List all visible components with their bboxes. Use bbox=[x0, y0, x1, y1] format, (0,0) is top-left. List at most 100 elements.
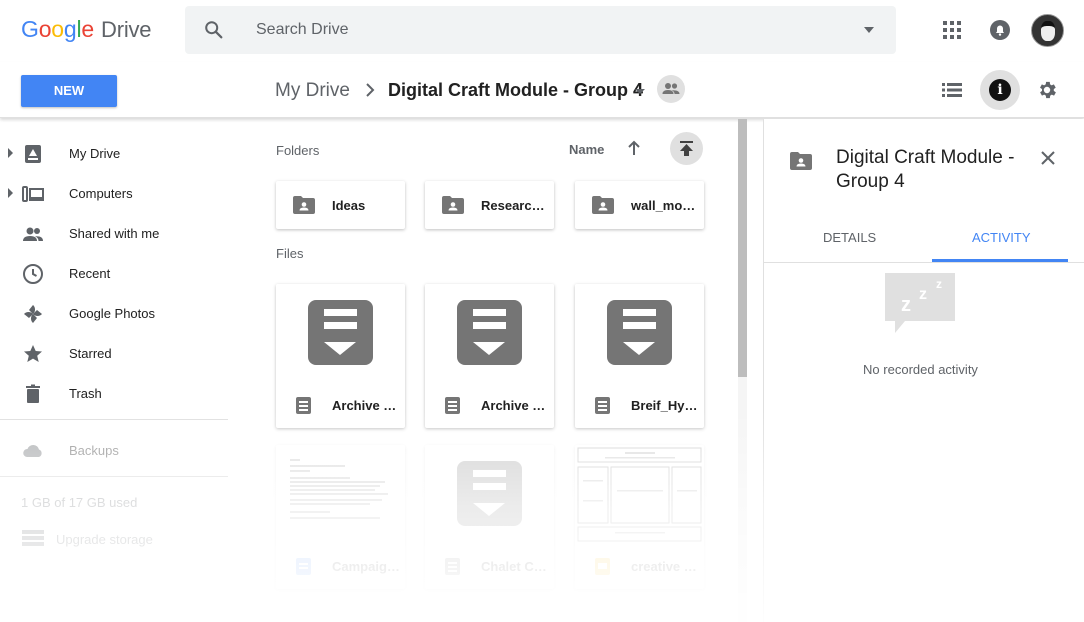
drive-icon bbox=[25, 145, 41, 163]
sidebar-item-label: Starred bbox=[69, 346, 112, 361]
sort-by-name-button[interactable]: Name bbox=[569, 142, 604, 157]
folder-card[interactable]: Researc… bbox=[425, 181, 554, 229]
account-avatar[interactable] bbox=[1031, 14, 1064, 47]
scrollbar-thumb[interactable] bbox=[738, 119, 747, 377]
search-input[interactable]: Search Drive bbox=[256, 21, 348, 39]
upgrade-storage-label: Upgrade storage bbox=[56, 532, 153, 547]
sidebar-item-computers[interactable]: Computers bbox=[0, 173, 232, 213]
new-button[interactable]: NEW bbox=[21, 75, 117, 107]
storage-icon bbox=[22, 530, 44, 546]
archive-type-icon bbox=[595, 397, 610, 414]
sidebar: My Drive Computers Shared with me Recent… bbox=[0, 133, 232, 557]
file-card[interactable]: Chalet C… bbox=[425, 445, 554, 589]
folders-heading: Folders bbox=[276, 143, 320, 158]
toolbar: NEW My Drive Digital Craft Module - Grou… bbox=[0, 62, 1084, 118]
shared-folder-icon bbox=[442, 196, 464, 214]
notifications-icon[interactable] bbox=[989, 19, 1011, 41]
expand-arrow-icon[interactable] bbox=[8, 148, 13, 158]
folder-card[interactable]: Ideas bbox=[276, 181, 405, 229]
view-details-button[interactable]: i bbox=[980, 70, 1020, 110]
slide-preview bbox=[577, 447, 702, 542]
logo-letter: g bbox=[63, 16, 77, 42]
sidebar-item-shared-with-me[interactable]: Shared with me bbox=[0, 213, 232, 253]
file-card[interactable]: Campaig… bbox=[276, 445, 405, 589]
svg-text:z: z bbox=[919, 286, 927, 303]
apps-grid-icon[interactable] bbox=[942, 20, 962, 40]
breadcrumb-my-drive[interactable]: My Drive bbox=[275, 80, 350, 102]
sidebar-item-label: Computers bbox=[69, 186, 133, 201]
file-name: Breif_Hy… bbox=[631, 398, 698, 413]
logo-letter: G bbox=[21, 16, 39, 42]
archive-file-icon bbox=[308, 300, 373, 365]
logo-letter: o bbox=[38, 16, 52, 42]
file-name: Campaig… bbox=[332, 559, 400, 574]
sidebar-item-label: My Drive bbox=[69, 146, 121, 161]
sidebar-item-my-drive[interactable]: My Drive bbox=[0, 133, 232, 173]
shared-folder-icon[interactable] bbox=[657, 75, 685, 103]
folder-card[interactable]: wall_mo… bbox=[575, 181, 704, 229]
document-thumbnail bbox=[276, 445, 405, 545]
folder-name: Ideas bbox=[332, 198, 366, 213]
chevron-right-icon bbox=[366, 83, 375, 97]
sidebar-item-trash[interactable]: Trash bbox=[0, 373, 232, 413]
tab-activity[interactable]: ACTIVITY bbox=[972, 230, 1031, 245]
file-name: creative … bbox=[631, 559, 697, 574]
svg-text:z: z bbox=[936, 277, 942, 291]
document-preview bbox=[290, 459, 388, 519]
file-name: Archive … bbox=[481, 398, 546, 413]
storage-usage-text: 1 GB of 17 GB used bbox=[21, 495, 138, 510]
archive-type-icon bbox=[296, 397, 311, 414]
tab-divider bbox=[764, 262, 1084, 263]
file-name: Chalet C… bbox=[481, 559, 547, 574]
file-card[interactable]: Archive … bbox=[276, 284, 405, 428]
clock-icon bbox=[23, 264, 43, 284]
photos-icon bbox=[24, 305, 42, 323]
archive-type-icon bbox=[445, 558, 460, 575]
star-icon bbox=[24, 345, 42, 362]
sidebar-item-backups[interactable]: Backups bbox=[0, 430, 232, 470]
sidebar-item-google-photos[interactable]: Google Photos bbox=[0, 293, 232, 333]
trash-icon bbox=[26, 384, 40, 403]
upload-icon bbox=[680, 141, 693, 156]
slides-thumbnail bbox=[575, 445, 704, 545]
sidebar-item-label: Google Photos bbox=[69, 306, 156, 321]
folder-name: Researc… bbox=[481, 198, 545, 213]
sort-direction-arrow-up-icon[interactable] bbox=[626, 139, 642, 157]
expand-arrow-icon[interactable] bbox=[8, 188, 13, 198]
no-activity-sleep-icon: z z z bbox=[885, 273, 955, 333]
breadcrumb-current-folder[interactable]: Digital Craft Module - Group 4 bbox=[388, 80, 643, 101]
list-view-icon[interactable] bbox=[941, 79, 963, 101]
file-card[interactable]: creative … bbox=[575, 445, 704, 589]
search-icon[interactable] bbox=[203, 19, 225, 41]
svg-text:z: z bbox=[901, 294, 911, 316]
tab-details[interactable]: DETAILS bbox=[823, 230, 876, 245]
close-icon[interactable] bbox=[1040, 150, 1056, 166]
people-icon bbox=[23, 227, 43, 241]
sidebar-item-label: Backups bbox=[69, 443, 119, 458]
google-docs-icon bbox=[296, 558, 311, 575]
file-thumbnail bbox=[276, 284, 405, 384]
shared-folder-icon bbox=[790, 152, 812, 170]
shared-folder-icon bbox=[293, 196, 315, 214]
file-name: Archive … bbox=[332, 398, 397, 413]
sidebar-item-label: Shared with me bbox=[69, 226, 160, 241]
sidebar-item-recent[interactable]: Recent bbox=[0, 253, 232, 293]
file-card[interactable]: Breif_Hy… bbox=[575, 284, 704, 428]
folder-menu-dropdown-icon[interactable] bbox=[635, 89, 645, 94]
search-options-dropdown-icon[interactable] bbox=[864, 27, 874, 33]
sidebar-divider bbox=[0, 419, 228, 420]
logo-letter: o bbox=[51, 16, 64, 42]
files-heading: Files bbox=[276, 246, 304, 261]
upload-button[interactable] bbox=[670, 132, 703, 165]
file-card[interactable]: Archive … bbox=[425, 284, 554, 428]
upgrade-storage-link[interactable]: Upgrade storage bbox=[0, 517, 232, 557]
gear-icon[interactable] bbox=[1036, 79, 1058, 101]
search-bar[interactable]: Search Drive bbox=[185, 6, 896, 54]
sidebar-divider bbox=[0, 476, 228, 477]
google-drive-logo[interactable]: Google Drive bbox=[21, 16, 152, 43]
file-thumbnail bbox=[425, 445, 554, 545]
people-icon bbox=[662, 83, 680, 94]
sidebar-item-label: Recent bbox=[69, 266, 111, 281]
archive-file-icon bbox=[457, 461, 522, 526]
sidebar-item-starred[interactable]: Starred bbox=[0, 333, 232, 373]
